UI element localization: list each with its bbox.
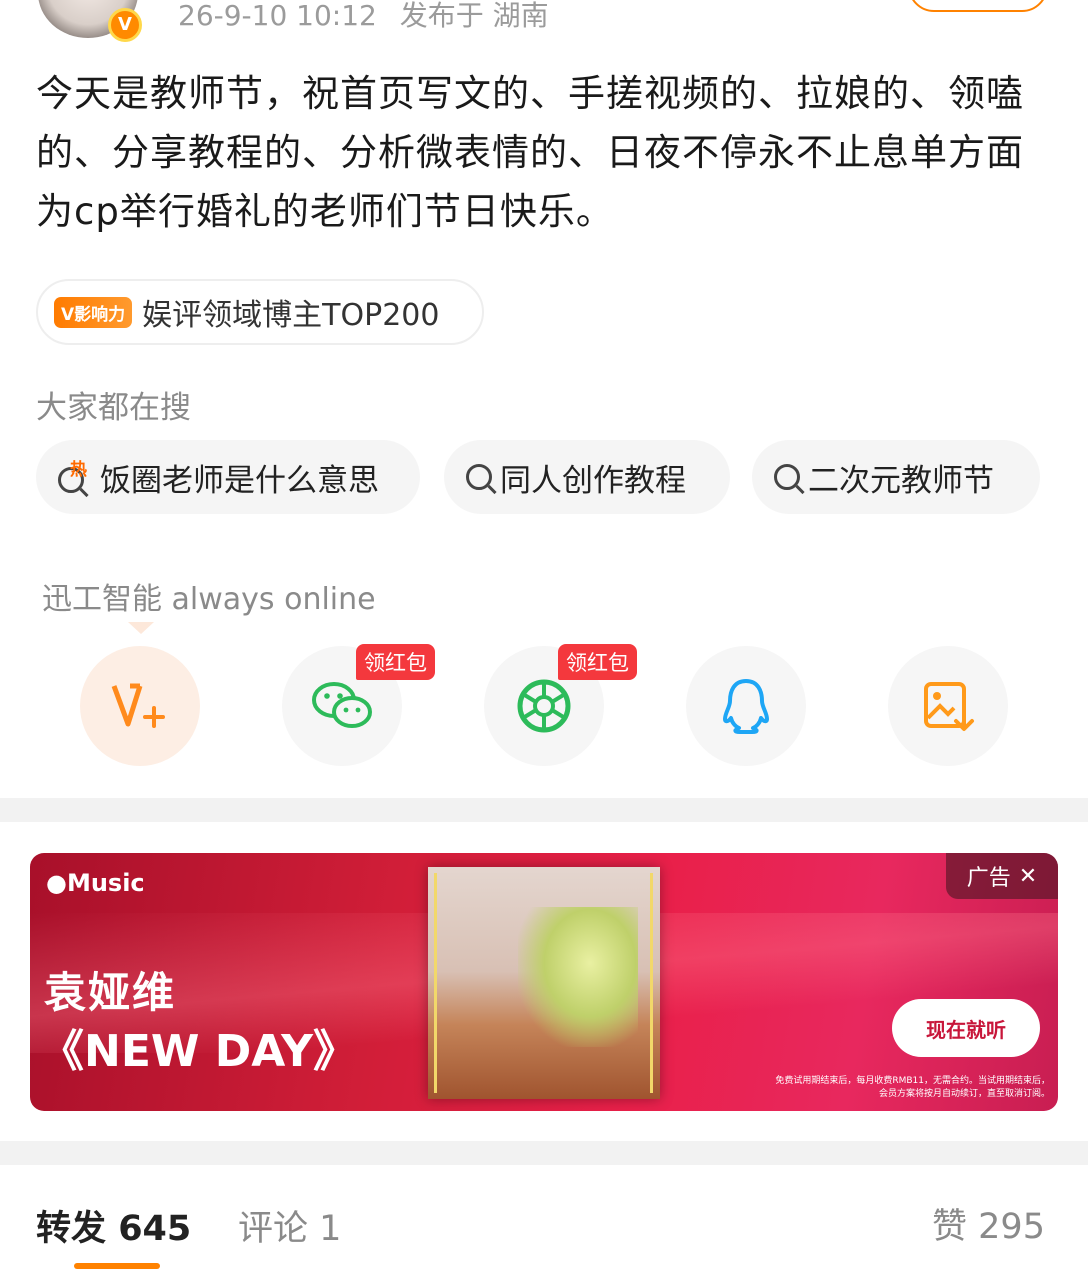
share-qq-button[interactable] <box>686 646 806 766</box>
search-chip-label: 饭圈老师是什么意思 <box>100 462 379 499</box>
search-chip-label: 二次元教师节 <box>808 462 994 499</box>
moments-icon <box>517 679 571 733</box>
tab-repost[interactable]: 转发 645 <box>36 1200 191 1251</box>
hot-search-icon: 热 <box>58 457 92 497</box>
tooltip-arrow <box>128 622 154 634</box>
qq-icon <box>723 679 769 734</box>
redpack-badge: 领红包 <box>558 644 637 680</box>
follow-button[interactable] <box>908 0 1048 12</box>
ad-album-title: 《NEW DAY》 <box>40 1026 357 1077</box>
tab-like[interactable]: 赞 295 <box>932 1198 1045 1249</box>
search-chip-1[interactable]: 热 饭圈老师是什么意思 <box>36 440 420 514</box>
ad-fineprint: 免费试用期结束后，每月收费RMB11，无需合约。当试用期结束后，会员方案将按月自… <box>775 1076 1050 1099</box>
ai-assistant-label[interactable]: 迅工智能 always online <box>42 574 376 618</box>
post-meta: 26-9-10 10:12 发布于 湖南 <box>178 0 549 34</box>
verified-badge-icon: V <box>108 8 142 42</box>
apple-icon: ● <box>46 869 67 897</box>
apple-music-logo: ●Music <box>46 869 145 897</box>
ad-label: 广告 ✕ <box>946 853 1058 899</box>
redpack-badge: 领红包 <box>356 644 435 680</box>
post-location: 发布于 湖南 <box>399 0 549 32</box>
section-divider <box>0 1141 1088 1165</box>
section-divider <box>0 798 1088 822</box>
v-influence-tag: V影响力 <box>54 296 133 328</box>
close-ad-icon[interactable]: ✕ <box>1019 864 1037 889</box>
ad-banner[interactable]: ●Music 袁娅维 《NEW DAY》 广告 ✕ 现在就听 免费试用期结束后，… <box>30 853 1058 1111</box>
search-chip-3[interactable]: 二次元教师节 <box>752 440 1040 514</box>
active-tab-indicator <box>74 1263 160 1269</box>
share-vplus-button[interactable] <box>80 646 200 766</box>
album-figure <box>518 907 638 1047</box>
save-image-icon <box>924 682 974 731</box>
album-cover-image <box>428 867 660 1099</box>
post-text: 今天是教师节，祝首页写文的、手搓视频的、拉娘的、领嗑的、分享教程的、分析微表情的… <box>36 72 1024 233</box>
search-chip-2[interactable]: 同人创作教程 <box>444 440 730 514</box>
influence-label: 娱评领域博主TOP200 <box>142 298 440 333</box>
share-save-image-button[interactable] <box>888 646 1008 766</box>
ad-artist: 袁娅维 <box>44 968 177 1017</box>
tab-comment[interactable]: 评论 1 <box>238 1200 341 1251</box>
search-icon <box>466 464 492 490</box>
wechat-icon <box>312 682 372 728</box>
listen-now-button[interactable]: 现在就听 <box>892 999 1040 1057</box>
post-timestamp: 26-9-10 10:12 <box>178 0 377 32</box>
search-section-title: 大家都在搜 <box>36 390 191 426</box>
vplus-icon <box>111 683 165 728</box>
search-chip-label: 同人创作教程 <box>500 462 686 499</box>
influence-badge[interactable]: V影响力 娱评领域博主TOP200 <box>36 279 484 345</box>
search-icon <box>774 464 800 490</box>
